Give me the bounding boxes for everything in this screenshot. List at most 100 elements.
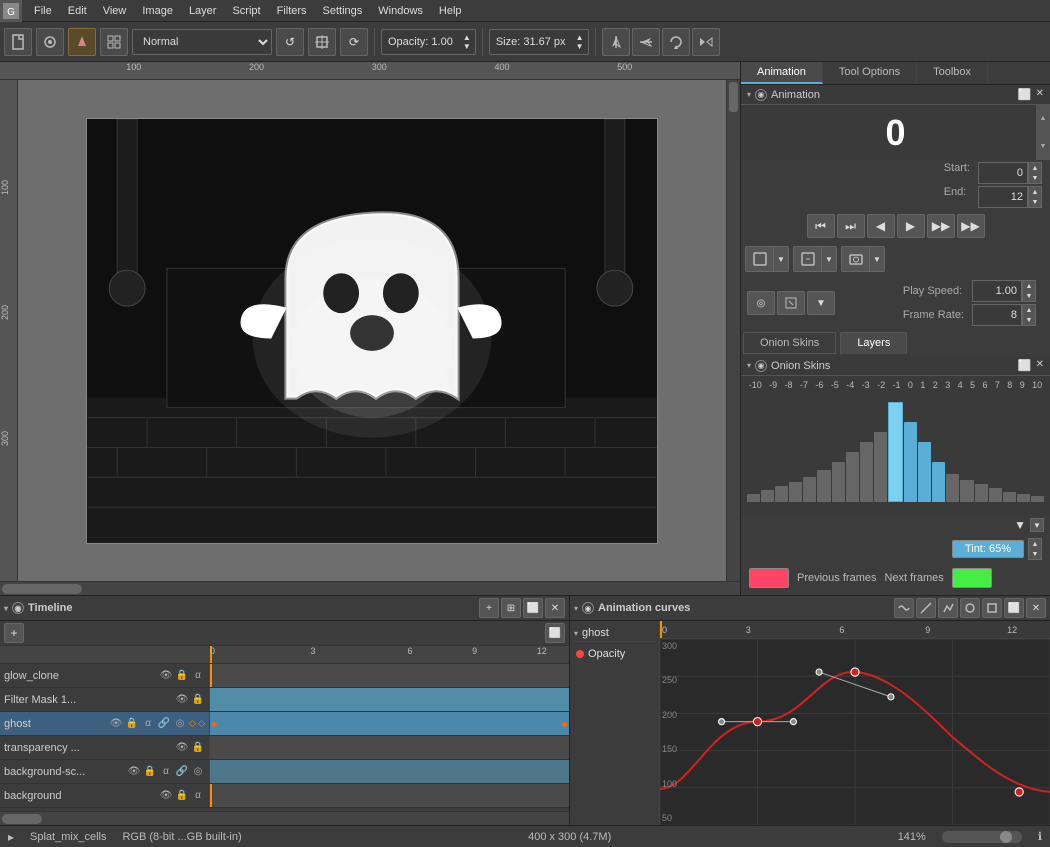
onion-bar-0[interactable] (888, 402, 903, 502)
onion-bar-6[interactable] (975, 484, 988, 502)
vertical-scrollbar[interactable] (726, 80, 740, 581)
onion-bar-4[interactable] (946, 474, 959, 502)
onion-bar-10[interactable] (1031, 496, 1044, 502)
onion-expand-icon[interactable]: ⬜ (1018, 359, 1032, 372)
onion-button[interactable]: ◎ (747, 291, 775, 315)
start-input[interactable] (978, 162, 1028, 184)
status-expand-icon[interactable]: ▸ (8, 830, 14, 844)
start-down[interactable]: ▼ (1029, 173, 1041, 183)
onion-bar--3[interactable] (846, 452, 859, 502)
tl-lock-icon-4[interactable]: 🔒 (143, 766, 157, 777)
onion-collapse-icon[interactable]: ▾ (747, 361, 751, 370)
record-dropdown[interactable]: ▼ (822, 247, 836, 271)
frame-rate-input[interactable] (972, 304, 1022, 326)
tl-eye-icon-0[interactable]: 👁 (159, 670, 173, 681)
camera-button[interactable] (842, 247, 870, 271)
play-last-button[interactable]: ▶▶ (957, 214, 985, 238)
onion-bar--9[interactable] (761, 490, 774, 502)
animation-close-icon[interactable]: ✕ (1036, 88, 1044, 101)
tl-expand-button[interactable]: ⬜ (523, 598, 543, 618)
tl-eye-icon-5[interactable]: 👁 (159, 790, 173, 801)
tl-close-button[interactable]: ✕ (545, 598, 565, 618)
play-first-button[interactable]: ⏮ (807, 214, 835, 238)
onion-bar--5[interactable] (817, 470, 830, 502)
reset-button[interactable]: ↺ (276, 28, 304, 56)
frame-scroll-down[interactable]: ▼ (1036, 133, 1050, 161)
menu-help[interactable]: Help (431, 3, 470, 19)
grid-button[interactable] (100, 28, 128, 56)
menu-windows[interactable]: Windows (370, 3, 431, 19)
timeline-h-scrollbar[interactable] (0, 811, 569, 825)
play-speed-input[interactable] (972, 280, 1022, 302)
onion-bar-2[interactable] (918, 442, 931, 502)
size-down[interactable]: ▼ (572, 42, 588, 51)
play-step-forward-button[interactable]: ◀◀ (927, 214, 955, 238)
onion-bar-3[interactable] (932, 462, 945, 502)
record-button[interactable] (794, 247, 822, 271)
tl-alpha-icon-2[interactable]: α (141, 718, 155, 729)
open-file-button[interactable] (36, 28, 64, 56)
blend-mode-select[interactable]: Normal (132, 29, 272, 55)
tl-add-button[interactable]: + (479, 598, 499, 618)
curves-collapse-icon[interactable]: ▾ (574, 604, 578, 613)
start-up[interactable]: ▲ (1029, 163, 1041, 173)
onion-button3[interactable]: ▼ (807, 291, 835, 315)
tl-expand-frame-button[interactable]: ⬜ (545, 623, 565, 643)
next-frames-swatch[interactable] (952, 568, 992, 588)
onion-bar-9[interactable] (1017, 494, 1030, 502)
curves-close-button[interactable]: ✕ (1026, 598, 1046, 618)
end-input[interactable] (978, 186, 1028, 208)
camera-dropdown[interactable]: ▼ (870, 247, 884, 271)
canvas-viewport[interactable] (18, 80, 726, 581)
menu-edit[interactable]: Edit (60, 3, 95, 19)
mirror-button[interactable] (692, 28, 720, 56)
frame-rate-down[interactable]: ▼ (1023, 315, 1035, 325)
curves-btn-2[interactable] (916, 598, 936, 618)
curves-expand-button[interactable]: ⬜ (1004, 598, 1024, 618)
frame-scroll-up[interactable]: ▲ (1036, 105, 1050, 133)
zoom-slider[interactable] (942, 831, 1022, 843)
menu-file[interactable]: File (26, 3, 60, 19)
tl-new-layer-button[interactable]: + (4, 623, 24, 643)
rotate-button[interactable] (662, 28, 690, 56)
new-file-button[interactable] (4, 28, 32, 56)
center-button[interactable] (308, 28, 336, 56)
tl-eye-icon-4[interactable]: 👁 (127, 766, 141, 777)
animation-expand-icon[interactable]: ⬜ (1018, 88, 1032, 101)
tl-lock-icon-1[interactable]: 🔒 (191, 694, 205, 705)
curves-btn-3[interactable] (938, 598, 958, 618)
curves-btn-5[interactable] (982, 598, 1002, 618)
frame-rate-up[interactable]: ▲ (1023, 305, 1035, 315)
tl-grid-button[interactable]: ⊞ (501, 598, 521, 618)
onion-bar-7[interactable] (989, 488, 1002, 502)
curves-btn-4[interactable] (960, 598, 980, 618)
tab-animation[interactable]: Animation (741, 62, 823, 84)
frame-scrollbar[interactable]: ▲ ▼ (1036, 105, 1050, 160)
loop-button[interactable] (746, 247, 774, 271)
tab-toolbox[interactable]: Toolbox (917, 62, 988, 84)
play-forward-button[interactable]: ▶ (897, 214, 925, 238)
tab-tool-options[interactable]: Tool Options (823, 62, 917, 84)
loop-dropdown[interactable]: ▼ (774, 247, 788, 271)
onion-bar--7[interactable] (789, 482, 802, 502)
speed-up[interactable]: ▲ (1023, 281, 1035, 291)
onion-close-icon[interactable]: ✕ (1036, 359, 1044, 372)
tl-chain-icon-4[interactable]: 🔗 (175, 766, 189, 777)
horizontal-scrollbar[interactable] (0, 581, 740, 595)
end-up[interactable]: ▲ (1029, 187, 1041, 197)
flip-v-button[interactable] (632, 28, 660, 56)
filter-icon[interactable]: ▼ (1014, 518, 1026, 532)
zoom-slider-thumb[interactable] (1000, 831, 1012, 843)
onion-bar--2[interactable] (860, 442, 873, 502)
status-info-icon[interactable]: ℹ (1038, 830, 1042, 843)
menu-filters[interactable]: Filters (269, 3, 315, 19)
tl-alpha-icon-0[interactable]: α (191, 670, 205, 681)
prev-frames-swatch[interactable] (749, 568, 789, 588)
curves-btn-1[interactable] (894, 598, 914, 618)
sub-tab-onion-skins[interactable]: Onion Skins (743, 332, 836, 354)
timeline-scrollbar-thumb[interactable] (2, 814, 42, 824)
end-down[interactable]: ▼ (1029, 197, 1041, 207)
menu-layer[interactable]: Layer (181, 3, 225, 19)
onion-bar-5[interactable] (960, 480, 973, 502)
tl-lock-icon-5[interactable]: 🔒 (175, 790, 189, 801)
